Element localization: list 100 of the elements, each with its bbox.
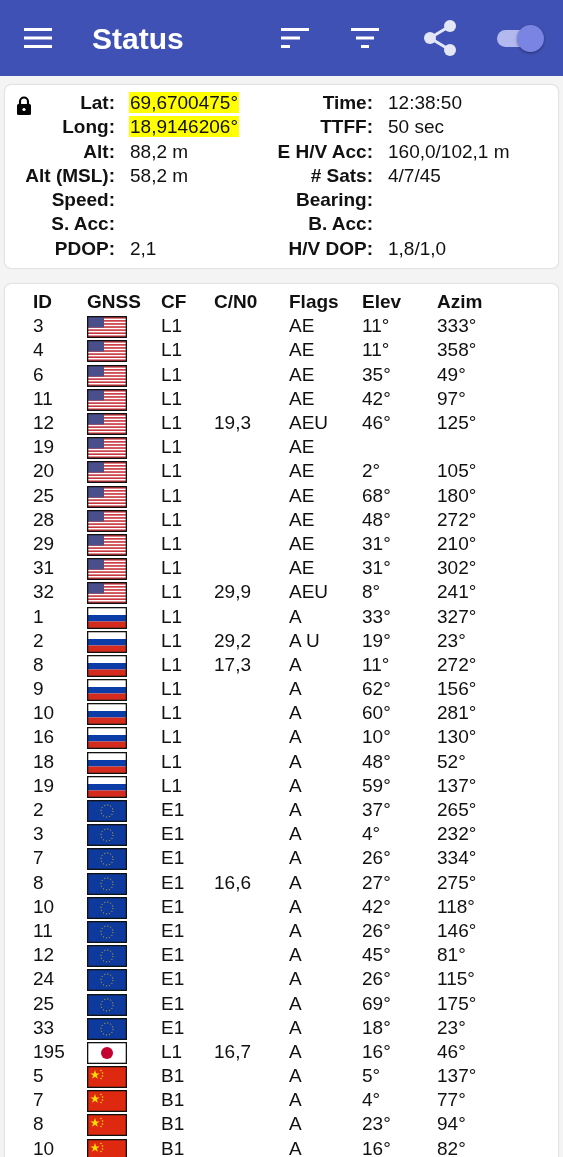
table-cell: 77° [437,1089,466,1111]
table-cell: E1 [161,1016,185,1038]
table-cell: L1 [161,508,183,530]
table-cell: A [289,823,302,845]
table-cell: L1 [161,532,183,554]
table-cell: A [289,799,302,821]
filter-button[interactable] [351,28,379,48]
table-cell: 10 [33,895,55,917]
flag-icon [87,1090,127,1113]
table-cell: A [289,726,302,748]
field-value: 12:38:50 [387,92,463,113]
table-cell: B1 [161,1113,185,1135]
table-cell: 4 [33,339,44,361]
table-cell: 11° [362,315,390,337]
field-label: Alt (MSL): [25,164,115,186]
flag-icon [87,461,127,484]
table-cell: 7 [33,847,44,869]
table-cell: 11 [33,387,53,409]
table-cell: 18° [362,1016,391,1038]
share-button[interactable] [423,20,457,56]
table-cell: B1 [161,1137,185,1157]
table-cell: 29,9 [214,581,251,603]
sort-button[interactable] [281,28,309,48]
table-cell: 26° [362,968,391,990]
table-cell: 31° [362,532,391,554]
field-label: Bearing: [295,189,373,211]
table-cell: 42° [362,895,391,917]
table-cell: 302° [437,557,477,579]
table-cell: AEU [289,412,329,434]
table-cell: 11° [362,653,390,675]
table-cell: 265° [437,799,477,821]
table-cell: 17,3 [214,653,251,675]
share-icon [423,20,457,56]
field-label: # Sats: [310,164,373,186]
table-cell: AE [289,363,315,385]
flag-icon [87,1138,127,1157]
flag-icon [87,630,127,653]
flag-icon [87,945,127,968]
flag-icon [87,824,127,847]
table-cell: 11 [33,919,53,941]
table-cell: 4° [362,1089,381,1111]
field-value: 2,1 [129,237,158,259]
table-cell: 9 [33,678,44,700]
table-cell: 35° [362,363,391,385]
flag-icon [87,679,127,702]
table-cell: 33° [362,605,391,627]
flag-icon [87,316,127,339]
table-cell: 275° [437,871,477,893]
field-label: B. Acc: [308,213,373,235]
flag-icon [87,364,127,387]
table-cell: E1 [161,944,185,966]
table-cell: L1 [161,1040,183,1062]
table-cell: 32 [33,581,55,603]
table-cell: 42° [362,387,391,409]
table-cell: 3 [33,823,44,845]
table-cell: E1 [161,871,185,893]
table-cell: 46° [437,1040,466,1062]
field-label: E H/V Acc: [277,140,373,162]
column-header: Flags [289,290,340,315]
menu-button[interactable] [24,28,52,48]
table-cell: 31 [33,557,55,579]
field-label: Long: [62,116,115,138]
table-cell: 281° [437,702,477,724]
flag-icon [87,437,127,460]
table-cell: 16 [33,726,55,748]
table-cell: 137° [437,774,477,796]
sort-icon [281,28,309,48]
table-cell: 94° [437,1113,466,1135]
table-cell: B1 [161,1089,185,1111]
table-cell: 68° [362,484,391,506]
table-cell: 125° [437,412,477,434]
table-cell: 16,7 [214,1040,251,1062]
table-cell: A [289,919,302,941]
table-cell: 49° [437,363,466,385]
table-cell: E1 [161,895,185,917]
column-header: C/N0 [214,290,259,315]
table-cell: L1 [161,726,183,748]
table-cell: E1 [161,799,185,821]
table-cell: 97° [437,387,466,409]
table-cell: A [289,702,302,724]
table-cell: L1 [161,678,183,700]
table-cell: A [289,968,302,990]
table-cell: 33 [33,1016,55,1038]
table-cell: 29 [33,532,55,554]
table-cell: L1 [161,436,183,458]
field-label: Alt: [83,140,115,162]
flag-icon [87,751,127,774]
table-cell: 82° [437,1137,466,1157]
table-cell: L1 [161,363,183,385]
table-cell: A [289,653,302,675]
table-cell: 8 [33,1113,44,1135]
table-cell: 19° [362,629,391,651]
table-cell: A [289,1089,302,1111]
table-cell: 2 [33,629,44,651]
table-cell: L1 [161,774,183,796]
field-label: Speed: [51,189,115,211]
table-cell: 334° [437,847,477,869]
table-cell: 118° [437,895,475,917]
table-cell: A [289,1137,302,1157]
table-cell: 45° [362,944,391,966]
